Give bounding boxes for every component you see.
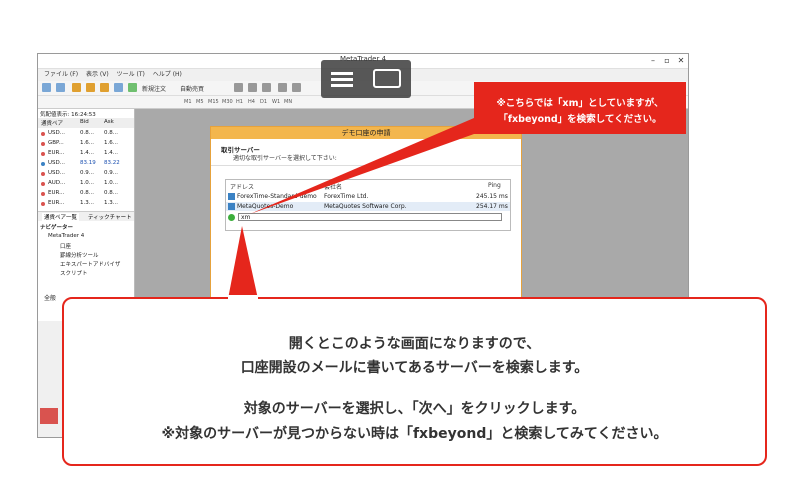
callout-line3: 対象のサーバーを選択し、「次へ」をクリックします。 [243,401,586,417]
red-note-line2: 「fxbeyond」を検索してください。 [498,114,662,125]
red-note-pointer [250,118,474,214]
callout-line4: ※対象のサーバーが見つからない時は「fxbeyond」と検索してみてください。 [161,426,668,442]
red-note-box: ※こちらでは「xm」としていますが、 「fxbeyond」を検索してください。 [474,82,686,134]
instruction-callout: 開くとこのような画面になりますので、 口座開設のメールに書いてあるサーバーを検索… [62,295,767,466]
callout-pointer-gap [228,295,258,301]
callout-line2: 口座開設のメールに書いてあるサーバーを検索します。 [240,360,589,376]
red-note-line1: ※こちらでは「xm」としていますが、 [496,98,664,109]
windows-start-icon[interactable] [40,408,58,424]
callout-line1: 開くとこのような画面になりますので、 [288,336,541,352]
callout-pointer [228,226,258,299]
